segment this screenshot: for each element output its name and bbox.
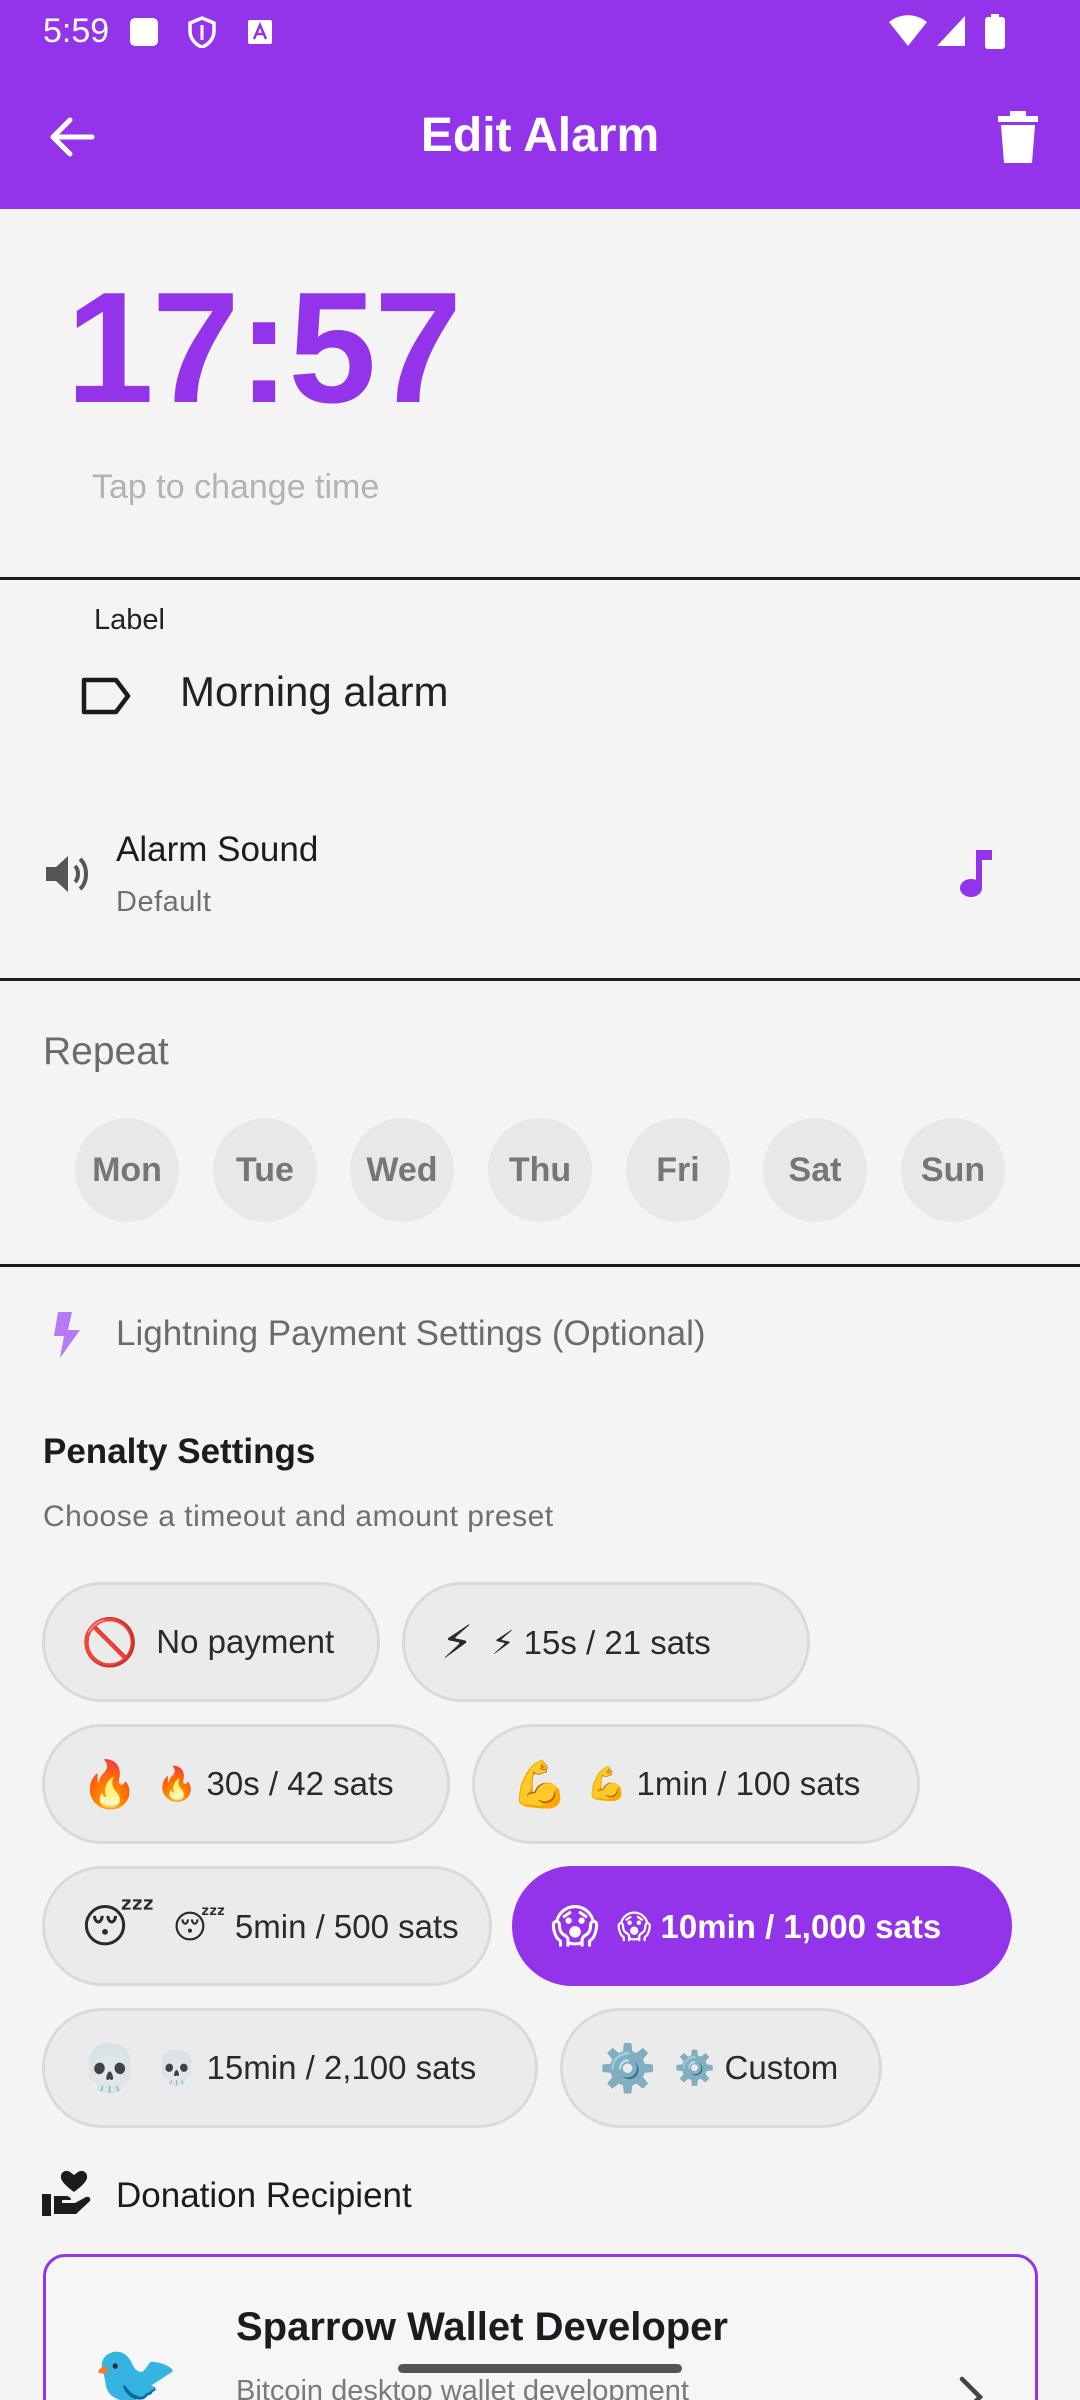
skull-icon: 💀 <box>81 2041 139 2094</box>
alarm-time[interactable]: 17:57 <box>66 258 462 439</box>
speaker-icon <box>46 856 88 892</box>
donation-recipient-card[interactable]: 🐦 Sparrow Wallet Developer Bitcoin deskt… <box>43 2254 1038 2400</box>
day-fri[interactable]: Fri <box>626 1118 730 1222</box>
day-wed[interactable]: Wed <box>350 1118 454 1222</box>
preset-chip-15min[interactable]: 💀 💀 15min / 2,100 sats <box>42 2008 538 2128</box>
chevron-right-icon <box>959 2376 984 2400</box>
chip-label: ⚡ 15s / 21 sats <box>491 1623 711 1661</box>
divider <box>0 978 1080 981</box>
preset-chip-5min[interactable]: 😴 😴 5min / 500 sats <box>42 1866 492 1986</box>
preset-chip-1min[interactable]: 💪 💪 1min / 100 sats <box>472 1724 920 1844</box>
chip-label: 🔥 30s / 42 sats <box>156 1764 394 1802</box>
recipient-description: Bitcoin desktop wallet development <box>236 2375 689 2400</box>
page-title: Edit Alarm <box>420 109 660 162</box>
label-caption: Label <box>94 604 165 636</box>
chip-label: No payment <box>156 1623 335 1660</box>
donate-hand-heart-icon <box>42 2170 91 2216</box>
shield-icon <box>188 16 216 48</box>
bird-icon: 🐦 <box>92 2340 180 2400</box>
wifi-icon <box>889 15 927 46</box>
day-thu[interactable]: Thu <box>488 1118 592 1222</box>
day-mon[interactable]: Mon <box>75 1118 179 1222</box>
fire-icon: 🔥 <box>81 1757 139 1810</box>
day-sun[interactable]: Sun <box>901 1118 1005 1222</box>
battery-icon <box>985 14 1005 49</box>
lightning-settings-title: Lightning Payment Settings (Optional) <box>116 1314 706 1353</box>
day-sat[interactable]: Sat <box>763 1118 867 1222</box>
preset-chip-custom[interactable]: ⚙️ ⚙️ Custom <box>560 2008 882 2128</box>
lightning-emoji-icon: ⚡ <box>441 1616 474 1668</box>
divider <box>0 577 1080 580</box>
day-tue[interactable]: Tue <box>213 1118 317 1222</box>
penalty-title: Penalty Settings <box>43 1432 316 1471</box>
preset-chip-no-payment[interactable]: 🚫 No payment <box>42 1582 380 1702</box>
app-bar: 5:59 Edit Alarm <box>0 0 1080 209</box>
preset-chip-15s[interactable]: ⚡ ⚡ 15s / 21 sats <box>402 1582 810 1702</box>
label-icon <box>81 677 131 715</box>
flexed-biceps-icon: 💪 <box>511 1757 569 1810</box>
preset-chip-10min-selected[interactable]: 😱 😱 10min / 1,000 sats <box>512 1866 1012 1986</box>
no-entry-icon: 🚫 <box>81 1615 139 1668</box>
bolt-icon <box>54 1312 80 1358</box>
label-input[interactable]: Morning alarm <box>180 668 448 716</box>
divider <box>0 1264 1080 1267</box>
notification-square-icon <box>130 18 158 46</box>
time-hint: Tap to change time <box>92 468 380 506</box>
chip-label: ⚙️ Custom <box>674 2048 839 2086</box>
preset-chip-30s[interactable]: 🔥 🔥 30s / 42 sats <box>42 1724 450 1844</box>
status-bar: 5:59 <box>0 0 1080 62</box>
recipient-name: Sparrow Wallet Developer <box>236 2305 728 2349</box>
signal-icon <box>937 16 965 46</box>
music-note-icon[interactable] <box>956 848 996 900</box>
alarm-sound-value: Default <box>116 886 212 918</box>
repeat-title: Repeat <box>43 1030 169 1073</box>
screaming-face-icon: 😱 <box>551 1900 599 1952</box>
chip-label: 😱 10min / 1,000 sats <box>616 1907 942 1945</box>
chip-label: 💀 15min / 2,100 sats <box>156 2048 477 2086</box>
gesture-bar[interactable] <box>398 2364 682 2373</box>
trash-icon[interactable] <box>988 108 1048 168</box>
alarm-sound-title[interactable]: Alarm Sound <box>116 830 318 870</box>
keyboard-a-icon <box>248 20 272 44</box>
chip-label: 😴 5min / 500 sats <box>172 1907 459 1945</box>
chip-label: 💪 1min / 100 sats <box>586 1764 861 1802</box>
penalty-subtitle: Choose a timeout and amount preset <box>43 1500 554 1533</box>
gear-icon: ⚙️ <box>599 2041 657 2094</box>
status-time: 5:59 <box>43 12 110 50</box>
sleeping-face-icon: 😴 <box>81 1900 155 1952</box>
donation-title: Donation Recipient <box>116 2176 412 2215</box>
